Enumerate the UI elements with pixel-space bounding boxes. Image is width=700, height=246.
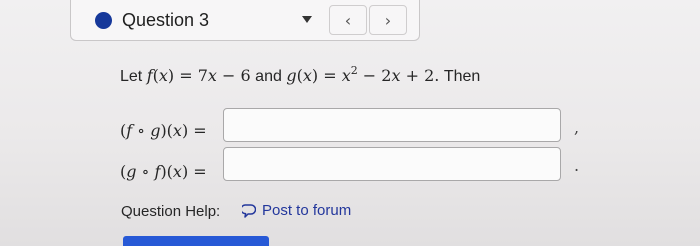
statement-then: Then bbox=[443, 68, 481, 85]
f-arg: x bbox=[158, 66, 168, 85]
f-var: x bbox=[207, 66, 217, 85]
post-to-forum-label: Post to forum bbox=[262, 202, 352, 219]
next-question-button[interactable]: › bbox=[369, 5, 407, 35]
chevron-right-icon: › bbox=[384, 10, 392, 30]
trailing-comma: , bbox=[574, 118, 580, 137]
f-rest: − 6 bbox=[216, 66, 251, 85]
question-help-label: Question Help: bbox=[121, 203, 221, 220]
trailing-period: . bbox=[574, 156, 580, 175]
g-mid: − 2 bbox=[357, 66, 392, 85]
question-page: Question 3 ‹ › Let f(x) = 7x − 6 and g(x… bbox=[0, 0, 700, 246]
g-arg: x bbox=[302, 66, 312, 85]
caret-down-icon[interactable] bbox=[302, 16, 312, 23]
statement-and: and bbox=[255, 68, 282, 85]
g-exponent: 2 bbox=[350, 64, 358, 77]
question-statement: Let f(x) = 7x − 6 and g(x) = x2 − 2x + 2… bbox=[120, 64, 481, 85]
question-title[interactable]: Question 3 bbox=[122, 10, 209, 31]
chevron-left-icon: ‹ bbox=[344, 10, 352, 30]
g-rest: + 2. bbox=[400, 66, 440, 85]
g-var1: x bbox=[341, 66, 351, 85]
f-coef: 7 bbox=[197, 66, 208, 85]
submit-button[interactable] bbox=[123, 236, 269, 246]
post-to-forum-link[interactable]: Post to forum bbox=[242, 202, 351, 219]
g-var2: x bbox=[391, 66, 401, 85]
answer-input-g-of-f[interactable] bbox=[223, 147, 561, 181]
answer-label-g-of-f: (g ∘ f)(x) = bbox=[120, 162, 207, 181]
answer-input-f-of-g[interactable] bbox=[223, 108, 561, 142]
status-dot-icon bbox=[95, 12, 112, 29]
question-nav-bar: Question 3 ‹ › bbox=[70, 0, 420, 41]
g-name: g bbox=[286, 66, 297, 85]
statement-let: Let bbox=[120, 68, 143, 85]
speech-bubble-icon bbox=[242, 204, 256, 218]
answer-label-f-of-g: (f ∘ g)(x) = bbox=[120, 121, 207, 140]
previous-question-button[interactable]: ‹ bbox=[329, 5, 367, 35]
